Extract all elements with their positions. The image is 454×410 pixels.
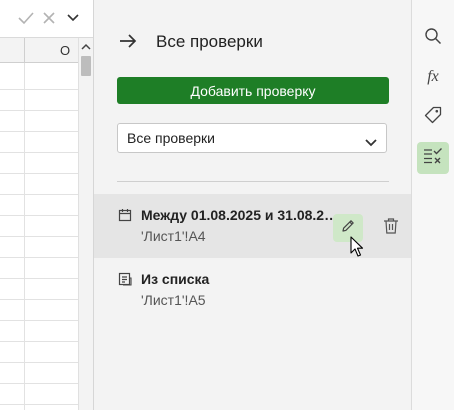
scroll-up-icon[interactable]	[80, 40, 92, 52]
grid-row-line	[0, 383, 78, 384]
delete-rule-button[interactable]	[379, 214, 403, 242]
cell-grid[interactable]	[0, 63, 78, 410]
grid-row-line	[0, 320, 78, 321]
column-separator	[24, 38, 25, 62]
spreadsheet-area: O	[0, 0, 94, 410]
tag-icon	[424, 106, 442, 129]
data-validation-icon	[423, 146, 443, 171]
side-toolbar: fx	[412, 0, 454, 410]
grid-row-line	[0, 110, 78, 111]
function-icon: fx	[427, 68, 439, 85]
filter-selected-value: Все проверки	[127, 130, 215, 146]
grid-row-line	[0, 89, 78, 90]
grid-row-line	[0, 299, 78, 300]
calendar-icon	[118, 208, 132, 222]
formula-bar	[0, 0, 93, 38]
tag-button[interactable]	[417, 101, 449, 133]
list-icon	[118, 272, 132, 286]
grid-row-line	[0, 257, 78, 258]
data-validation-panel: Все проверки Добавить проверку Все прове…	[94, 0, 412, 410]
vertical-scrollbar[interactable]	[78, 38, 93, 410]
chevron-down-icon	[365, 134, 377, 147]
add-validation-button[interactable]: Добавить проверку	[117, 77, 389, 104]
rule-range: 'Лист1'!A4	[141, 228, 206, 244]
grid-row-line	[0, 152, 78, 153]
grid-row-line	[0, 404, 78, 405]
divider	[117, 181, 389, 182]
grid-row-line	[0, 278, 78, 279]
grid-row-line	[0, 236, 78, 237]
grid-row-line	[0, 215, 78, 216]
data-validation-button[interactable]	[417, 142, 449, 174]
rule-title: Из списка	[141, 271, 210, 287]
panel-title: Все проверки	[156, 32, 263, 51]
cancel-icon[interactable]	[40, 9, 58, 27]
mouse-pointer-icon	[350, 236, 364, 258]
grid-row-line	[0, 341, 78, 342]
search-icon	[424, 27, 442, 50]
validation-rule-item[interactable]: Из списка 'Лист1'!A5	[94, 258, 411, 322]
function-button[interactable]: fx	[417, 61, 449, 93]
trash-icon	[383, 217, 399, 240]
validation-filter-select[interactable]: Все проверки	[117, 123, 387, 153]
grid-row-line	[0, 362, 78, 363]
confirm-icon[interactable]	[17, 9, 35, 27]
column-letter: O	[60, 43, 71, 58]
rule-title: Между 01.08.2025 и 31.08.2…	[141, 207, 339, 223]
grid-row-line	[0, 173, 78, 174]
back-arrow-icon[interactable]	[118, 31, 138, 51]
grid-row-line	[0, 131, 78, 132]
search-button[interactable]	[417, 22, 449, 54]
chevron-down-icon[interactable]	[64, 9, 82, 27]
rule-range: 'Лист1'!A5	[141, 292, 206, 308]
grid-row-line	[0, 194, 78, 195]
scrollbar-thumb[interactable]	[81, 56, 91, 76]
column-header[interactable]: O	[0, 38, 78, 63]
